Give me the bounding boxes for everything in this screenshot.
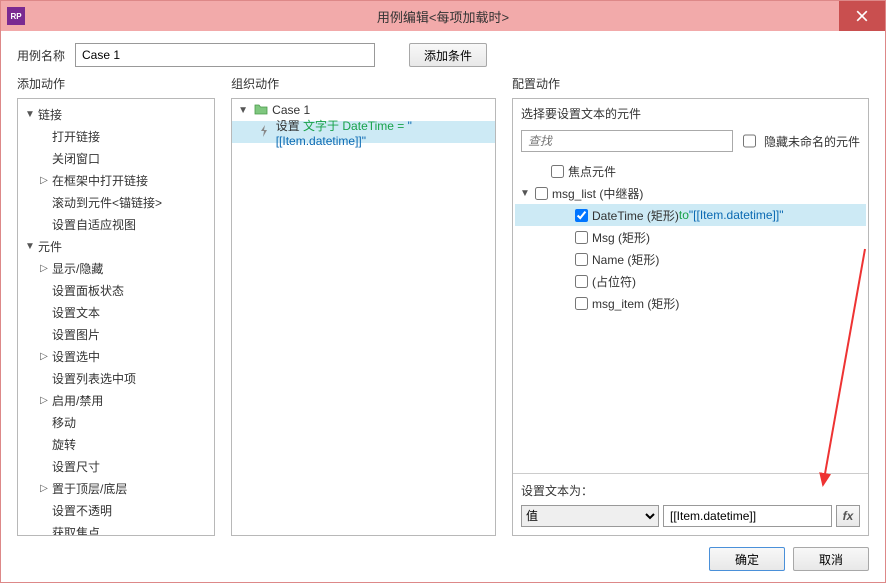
- tree-item[interactable]: 设置尺寸: [20, 455, 212, 477]
- tree-label: 元件: [38, 238, 62, 255]
- widget-tree-item[interactable]: ▼ msg_list (中继器): [515, 182, 866, 204]
- tree-item[interactable]: 设置文本: [20, 301, 212, 323]
- tree-item[interactable]: 旋转: [20, 433, 212, 455]
- case-name-input[interactable]: [75, 43, 375, 67]
- tree-label: 链接: [38, 106, 62, 123]
- tree-item[interactable]: ▷在框架中打开链接: [20, 169, 212, 191]
- tree-item[interactable]: ▼链接: [20, 103, 212, 125]
- widget-tree-item[interactable]: Name (矩形): [515, 248, 866, 270]
- tree-item[interactable]: ▼元件: [20, 235, 212, 257]
- chevron-down-icon: ▼: [24, 109, 36, 120]
- chevron-right-icon: ▷: [38, 351, 50, 362]
- tree-item[interactable]: 滚动到元件<锚链接>: [20, 191, 212, 213]
- widget-checkbox[interactable]: [535, 187, 548, 200]
- tree-label: 旋转: [52, 436, 76, 453]
- tree-label: 关闭窗口: [52, 150, 100, 167]
- search-input[interactable]: [521, 130, 733, 152]
- tree-label: 滚动到元件<锚链接>: [52, 194, 162, 211]
- widget-label: Name (矩形): [592, 251, 659, 268]
- tree-item[interactable]: ▷启用/禁用: [20, 389, 212, 411]
- tree-item[interactable]: 关闭窗口: [20, 147, 212, 169]
- tree-label: 打开链接: [52, 128, 100, 145]
- folder-icon: [254, 103, 268, 118]
- action-tree: ▼链接打开链接关闭窗口▷在框架中打开链接滚动到元件<锚链接>设置自适应视图▼元件…: [18, 99, 214, 536]
- widget-tree-item[interactable]: DateTime (矩形) to "[[Item.datetime]]": [515, 204, 866, 226]
- tree-item[interactable]: 移动: [20, 411, 212, 433]
- close-button[interactable]: [839, 1, 885, 31]
- mid-header: 组织动作: [231, 75, 496, 92]
- widget-checkbox[interactable]: [575, 253, 588, 266]
- add-condition-button[interactable]: 添加条件: [409, 43, 487, 67]
- value-input[interactable]: [663, 505, 832, 527]
- chevron-down-icon: ▼: [238, 105, 250, 116]
- right-header: 配置动作: [512, 75, 869, 92]
- widget-checkbox[interactable]: [551, 165, 564, 178]
- tree-item[interactable]: ▷设置选中: [20, 345, 212, 367]
- tree-label: 移动: [52, 414, 76, 431]
- tree-label: 设置尺寸: [52, 458, 100, 475]
- tree-label: 显示/隐藏: [52, 260, 103, 277]
- widget-label: 焦点元件: [568, 163, 616, 180]
- chevron-right-icon: ▷: [38, 395, 50, 406]
- titlebar: RP 用例编辑<每项加载时>: [1, 1, 885, 31]
- tree-item[interactable]: 设置面板状态: [20, 279, 212, 301]
- widget-checkbox[interactable]: [575, 231, 588, 244]
- widget-checkbox[interactable]: [575, 297, 588, 310]
- tree-item[interactable]: ▷显示/隐藏: [20, 257, 212, 279]
- close-icon: [856, 10, 868, 22]
- tree-item[interactable]: 设置不透明: [20, 499, 212, 521]
- tree-item[interactable]: ▷置于顶层/底层: [20, 477, 212, 499]
- set-text-label: 设置文本为：: [521, 482, 860, 499]
- widget-label: msg_list (中继器): [552, 185, 643, 202]
- left-header: 添加动作: [17, 75, 215, 92]
- top-row: 用例名称 添加条件: [1, 31, 885, 75]
- chevron-right-icon: ▷: [38, 263, 50, 274]
- tree-label: 设置自适应视图: [52, 216, 136, 233]
- tree-label: 设置文本: [52, 304, 100, 321]
- tree-label: 启用/禁用: [52, 392, 103, 409]
- tree-label: 设置图片: [52, 326, 100, 343]
- tree-item[interactable]: 设置自适应视图: [20, 213, 212, 235]
- widget-label: (占位符): [592, 273, 636, 290]
- ok-button[interactable]: 确定: [709, 547, 785, 571]
- widget-tree-item[interactable]: msg_item (矩形): [515, 292, 866, 314]
- widget-label: DateTime (矩形): [592, 207, 679, 224]
- tree-label: 设置选中: [52, 348, 100, 365]
- chevron-right-icon: ▷: [38, 483, 50, 494]
- widget-label: Msg (矩形): [592, 229, 650, 246]
- case-label: Case 1: [272, 103, 310, 117]
- tree-label: 置于顶层/底层: [52, 480, 127, 497]
- chevron-down-icon: ▼: [519, 188, 531, 199]
- tree-label: 在框架中打开链接: [52, 172, 148, 189]
- tree-item[interactable]: 打开链接: [20, 125, 212, 147]
- tree-item[interactable]: 设置列表选中项: [20, 367, 212, 389]
- widget-tree-item[interactable]: Msg (矩形): [515, 226, 866, 248]
- tree-item[interactable]: 获取焦点: [20, 521, 212, 536]
- widget-tree-item[interactable]: 焦点元件: [515, 160, 866, 182]
- bolt-icon: [258, 124, 272, 141]
- widget-checkbox[interactable]: [575, 209, 588, 222]
- value-type-select[interactable]: 值: [521, 505, 659, 527]
- window-title: 用例编辑<每项加载时>: [1, 7, 885, 26]
- tree-item[interactable]: 设置图片: [20, 323, 212, 345]
- tree-label: 设置面板状态: [52, 282, 124, 299]
- case-name-label: 用例名称: [17, 47, 65, 64]
- chevron-right-icon: ▷: [38, 175, 50, 186]
- hide-unnamed-checkbox[interactable]: 隐藏未命名的元件: [739, 130, 860, 152]
- fx-button[interactable]: fx: [836, 505, 860, 527]
- widget-tree-item[interactable]: (占位符): [515, 270, 866, 292]
- widget-checkbox[interactable]: [575, 275, 588, 288]
- widget-tree: 焦点元件 ▼ msg_list (中继器) DateTime (矩形) to "[[I…: [513, 156, 868, 473]
- hide-unnamed-chk[interactable]: [743, 130, 756, 152]
- widget-label: msg_item (矩形): [592, 295, 679, 312]
- tree-label: 设置列表选中项: [52, 370, 136, 387]
- tree-label: 获取焦点: [52, 524, 100, 537]
- action-node[interactable]: 设置 文字于 DateTime = "[[Item.datetime]]": [232, 121, 495, 143]
- chevron-down-icon: ▼: [24, 241, 36, 252]
- cancel-button[interactable]: 取消: [793, 547, 869, 571]
- action-label: 设置 文字于 DateTime = "[[Item.datetime]]": [276, 117, 495, 148]
- tree-label: 设置不透明: [52, 502, 112, 519]
- select-widget-header: 选择要设置文本的元件: [513, 99, 868, 126]
